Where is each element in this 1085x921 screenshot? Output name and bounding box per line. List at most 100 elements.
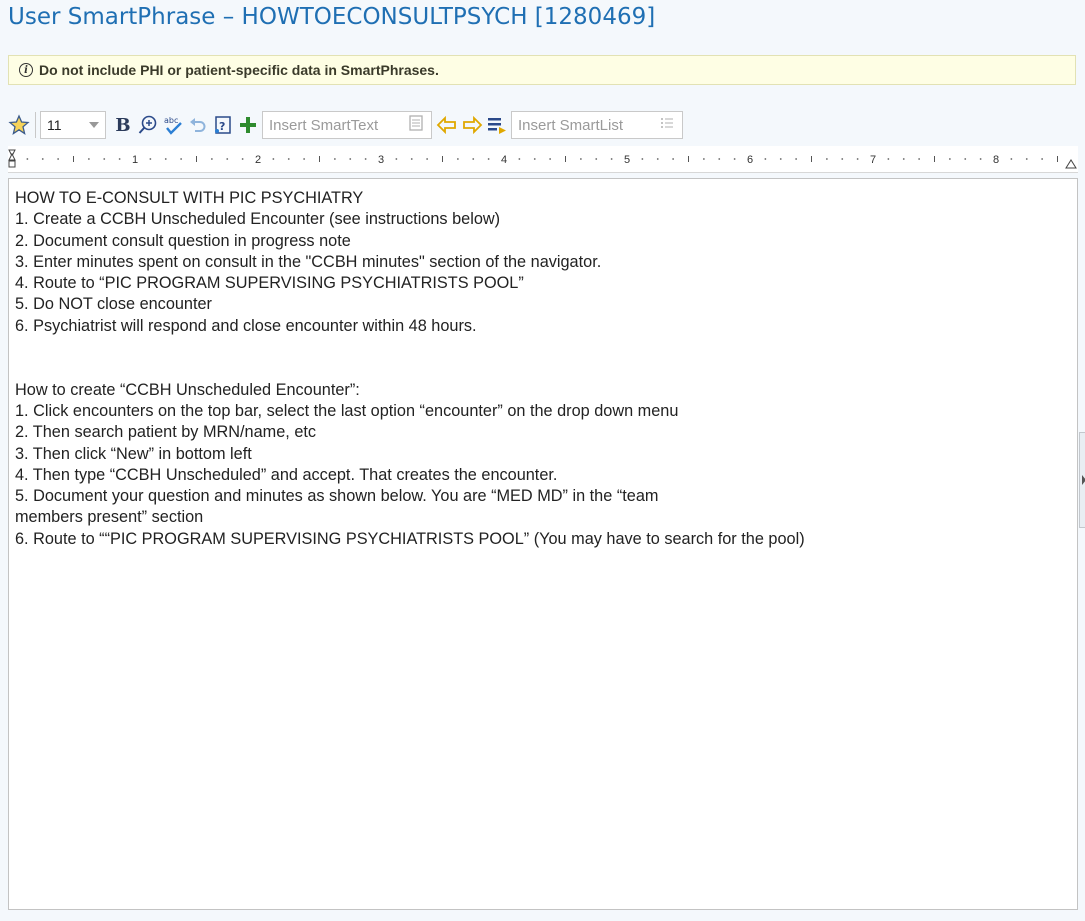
bold-icon[interactable]: B bbox=[112, 114, 134, 136]
ruler-dot bbox=[948, 158, 951, 160]
ruler-dot bbox=[718, 158, 721, 160]
ruler-dot bbox=[395, 158, 398, 160]
font-size-value: 11 bbox=[47, 117, 62, 133]
ruler-dot bbox=[1041, 158, 1044, 160]
editor-line: 1. Click encounters on the top bar, sele… bbox=[15, 401, 679, 420]
editor-line: 6. Route to ““PIC PROGRAM SUPERVISING PS… bbox=[15, 529, 805, 548]
ruler-number: 8 bbox=[993, 154, 999, 166]
ruler-dot bbox=[164, 158, 167, 160]
ruler-number: 4 bbox=[501, 154, 507, 166]
editor-toolbar: 11 B abc ? Insert SmartText Insert Smart… bbox=[8, 110, 1078, 140]
ruler-dot bbox=[979, 158, 982, 160]
ruler-dot bbox=[533, 158, 536, 160]
ruler-dot bbox=[841, 158, 844, 160]
ruler-dot bbox=[610, 158, 613, 160]
ruler-dot bbox=[487, 158, 490, 160]
ruler-dot bbox=[180, 158, 183, 160]
ruler-scale: 1 2 3 4 5 6 7 8 bbox=[8, 149, 1077, 169]
editor-line: 3. Enter minutes spent on consult in the… bbox=[15, 252, 602, 271]
ruler[interactable]: 1 2 3 4 5 6 7 8 bbox=[8, 146, 1078, 173]
prev-icon[interactable] bbox=[436, 114, 458, 136]
window-title: User SmartPhrase – HOWTOECONSULTPSYCH [1… bbox=[8, 4, 656, 30]
undo-icon[interactable] bbox=[187, 114, 209, 136]
ruler-number: 2 bbox=[255, 154, 261, 166]
ruler-dot bbox=[518, 158, 521, 160]
ruler-dot bbox=[1025, 158, 1028, 160]
ruler-dot bbox=[287, 158, 290, 160]
editor-line: 2. Then search patient by MRN/name, etc bbox=[15, 423, 317, 442]
ruler-number: 3 bbox=[378, 154, 384, 166]
insert-smarttext-input[interactable]: Insert SmartText bbox=[262, 111, 432, 139]
editor-line: 6. Psychiatrist will respond and close e… bbox=[15, 316, 477, 335]
ruler-dot bbox=[579, 158, 582, 160]
ruler-dot bbox=[149, 158, 152, 160]
editor-line: 1. Create a CCBH Unscheduled Encounter (… bbox=[15, 210, 501, 229]
ruler-number: 5 bbox=[624, 154, 630, 166]
smartlink-icon[interactable]: ? bbox=[212, 114, 234, 136]
ruler-dot bbox=[641, 158, 644, 160]
ruler-dot bbox=[87, 158, 90, 160]
ruler-dot bbox=[702, 158, 705, 160]
insert-smartlist-input[interactable]: Insert SmartList bbox=[511, 111, 683, 139]
ruler-dot bbox=[856, 158, 859, 160]
phi-warning-banner: i Do not include PHI or patient-specific… bbox=[8, 55, 1076, 85]
spellcheck-icon[interactable]: abc bbox=[162, 114, 184, 136]
ruler-dot bbox=[472, 158, 475, 160]
ruler-dot bbox=[1010, 158, 1013, 160]
ruler-number: 1 bbox=[132, 154, 138, 166]
ruler-dot bbox=[349, 158, 352, 160]
editor-line: How to create “CCBH Unscheduled Encounte… bbox=[15, 380, 360, 399]
info-icon: i bbox=[19, 63, 33, 77]
side-panel-toggle[interactable] bbox=[1079, 432, 1085, 528]
ruler-dot bbox=[226, 158, 229, 160]
ruler-dot bbox=[825, 158, 828, 160]
zoom-icon[interactable] bbox=[137, 114, 159, 136]
banner-text: Do not include PHI or patient-specific d… bbox=[39, 62, 439, 78]
right-indent-marker[interactable] bbox=[1065, 159, 1077, 169]
left-indent-marker[interactable] bbox=[8, 160, 16, 168]
ruler-dot bbox=[410, 158, 413, 160]
ruler-dot bbox=[241, 158, 244, 160]
hanging-indent-marker[interactable] bbox=[8, 152, 16, 161]
editor-line: 5. Do NOT close encounter bbox=[15, 295, 212, 314]
ruler-dot bbox=[595, 158, 598, 160]
ruler-dot bbox=[656, 158, 659, 160]
ruler-dot bbox=[964, 158, 967, 160]
ruler-dot bbox=[272, 158, 275, 160]
editor-line: HOW TO E-CONSULT WITH PIC PSYCHIATRY bbox=[15, 189, 364, 207]
chevron-down-icon bbox=[89, 122, 99, 128]
smartphrase-editor[interactable]: HOW TO E-CONSULT WITH PIC PSYCHIATRY 1. C… bbox=[8, 178, 1078, 910]
star-icon[interactable] bbox=[8, 114, 30, 136]
editor-line: members present” section bbox=[15, 508, 204, 527]
editor-line: 2. Document consult question in progress… bbox=[15, 231, 351, 250]
copy-icon[interactable] bbox=[407, 114, 425, 136]
next-icon[interactable] bbox=[461, 114, 483, 136]
editor-line: 3. Then click “New” in bottom left bbox=[15, 444, 252, 463]
list-icon[interactable] bbox=[658, 114, 676, 136]
ruler-dot bbox=[57, 158, 60, 160]
add-icon[interactable] bbox=[237, 114, 259, 136]
ruler-dot bbox=[795, 158, 798, 160]
ruler-dot bbox=[303, 158, 306, 160]
ruler-dot bbox=[426, 158, 429, 160]
ruler-dot bbox=[456, 158, 459, 160]
ruler-dot bbox=[333, 158, 336, 160]
ruler-dot bbox=[549, 158, 552, 160]
editor-line: 4. Then type “CCBH Unscheduled” and acce… bbox=[15, 465, 558, 484]
ruler-dot bbox=[887, 158, 890, 160]
ruler-dot bbox=[779, 158, 782, 160]
ruler-dot bbox=[118, 158, 121, 160]
ruler-dot bbox=[764, 158, 767, 160]
ruler-number: 7 bbox=[870, 154, 876, 166]
ruler-dot bbox=[210, 158, 213, 160]
ruler-dot bbox=[41, 158, 44, 160]
ruler-dot bbox=[672, 158, 675, 160]
font-size-select[interactable]: 11 bbox=[40, 111, 106, 139]
ruler-dot bbox=[103, 158, 106, 160]
list-format-icon[interactable] bbox=[486, 114, 508, 136]
toolbar-divider bbox=[35, 112, 36, 138]
editor-line: 4. Route to “PIC PROGRAM SUPERVISING PSY… bbox=[15, 274, 524, 293]
ruler-dot bbox=[364, 158, 367, 160]
svg-text:?: ? bbox=[219, 120, 225, 133]
